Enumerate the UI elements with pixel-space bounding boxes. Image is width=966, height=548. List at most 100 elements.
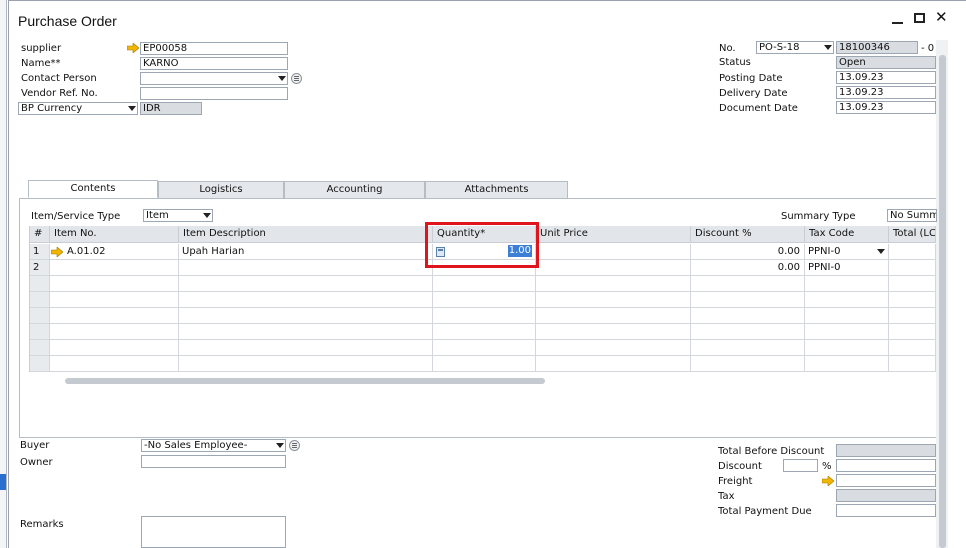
empty-grid-cell[interactable] [536,340,691,356]
horizontal-scrollbar-thumb[interactable] [65,378,545,384]
empty-grid-cell[interactable] [691,340,805,356]
item-link-arrow-icon[interactable] [51,247,63,257]
total-cell[interactable] [889,260,936,276]
item-type-dropdown[interactable]: Item [143,209,213,222]
empty-grid-cell[interactable] [889,276,936,292]
empty-grid-cell[interactable] [805,340,889,356]
buyer-dropdown[interactable]: -No Sales Employee- [141,439,286,452]
remarks-textarea[interactable] [141,516,286,548]
empty-grid-cell[interactable] [179,324,433,340]
row-number[interactable] [30,356,50,372]
empty-grid-cell[interactable] [50,276,179,292]
empty-grid-cell[interactable] [179,356,433,372]
empty-grid-cell[interactable] [889,308,936,324]
empty-grid-cell[interactable] [50,308,179,324]
col-header-item-no[interactable]: Item No. [50,226,179,243]
empty-grid-cell[interactable] [179,340,433,356]
discount-percent-field[interactable] [783,459,818,472]
empty-grid-cell[interactable] [805,324,889,340]
col-header-total[interactable]: Total (LC [889,226,936,243]
empty-grid-cell[interactable] [805,308,889,324]
item-description-cell[interactable] [179,260,433,276]
row-number[interactable] [30,276,50,292]
col-header-unit-price[interactable]: Unit Price [536,226,691,243]
title-bar[interactable]: Purchase Order [9,1,959,33]
empty-grid-cell[interactable] [691,276,805,292]
empty-grid-cell[interactable] [805,356,889,372]
empty-grid-cell[interactable] [889,356,936,372]
empty-grid-cell[interactable] [691,356,805,372]
empty-grid-cell[interactable] [889,340,936,356]
empty-grid-cell[interactable] [433,340,536,356]
col-header-num[interactable]: # [30,226,50,243]
name-field[interactable]: KARNO [140,57,288,70]
tab-accounting[interactable]: Accounting [284,181,425,198]
item-no-cell[interactable]: A.01.02 [50,244,179,260]
row-number[interactable]: 2 [30,260,50,276]
vendor-ref-field[interactable] [140,87,288,100]
row-number[interactable] [30,292,50,308]
row-number[interactable] [30,340,50,356]
owner-field[interactable] [141,455,286,468]
empty-grid-cell[interactable] [536,276,691,292]
empty-grid-cell[interactable] [433,276,536,292]
empty-grid-cell[interactable] [805,276,889,292]
empty-grid-cell[interactable] [536,308,691,324]
minimize-icon[interactable] [892,10,904,24]
row-number[interactable] [30,324,50,340]
tax-code-cell[interactable]: PPNI-0 [805,260,889,276]
close-icon[interactable]: ✕ [935,8,948,26]
empty-grid-cell[interactable] [433,308,536,324]
empty-grid-cell[interactable] [889,324,936,340]
empty-grid-cell[interactable] [691,324,805,340]
discount-cell[interactable]: 0.00 [691,260,805,276]
discount-amount-field[interactable] [836,459,936,472]
maximize-icon[interactable] [914,13,925,23]
item-description-cell[interactable]: Upah Harian [179,244,433,260]
vertical-scrollbar-thumb[interactable] [939,55,946,548]
freight-field[interactable] [836,474,936,487]
posting-date-field[interactable]: 13.09.23 [836,71,936,84]
supplier-link-arrow-icon[interactable] [127,43,139,53]
tab-contents[interactable]: Contents [28,180,158,198]
empty-grid-cell[interactable] [889,292,936,308]
empty-grid-cell[interactable] [536,292,691,308]
delivery-date-field[interactable]: 13.09.23 [836,86,936,99]
document-date-field[interactable]: 13.09.23 [836,101,936,114]
discount-cell[interactable]: 0.00 [691,244,805,260]
buyer-list-icon[interactable] [289,440,300,451]
empty-grid-cell[interactable] [691,292,805,308]
col-header-discount[interactable]: Discount % [691,226,805,243]
empty-grid-cell[interactable] [536,356,691,372]
unit-price-cell[interactable] [536,244,691,260]
empty-grid-cell[interactable] [50,340,179,356]
row-number[interactable]: 1 [30,244,50,260]
supplier-field[interactable]: EP00058 [140,42,288,55]
empty-grid-cell[interactable] [805,292,889,308]
item-no-cell[interactable] [50,260,179,276]
contact-list-icon[interactable] [291,73,302,84]
summary-type-dropdown[interactable]: No Summa [887,209,937,222]
empty-grid-cell[interactable] [433,356,536,372]
freight-link-arrow-icon[interactable] [822,476,834,486]
row-number[interactable] [30,308,50,324]
col-header-tax-code[interactable]: Tax Code [805,226,889,243]
empty-grid-cell[interactable] [691,308,805,324]
tab-logistics[interactable]: Logistics [158,181,284,198]
empty-grid-cell[interactable] [179,276,433,292]
empty-grid-cell[interactable] [50,324,179,340]
col-header-item-description[interactable]: Item Description [179,226,433,243]
empty-grid-cell[interactable] [433,324,536,340]
empty-grid-cell[interactable] [433,292,536,308]
empty-grid-cell[interactable] [536,324,691,340]
tax-code-cell[interactable]: PPNI-0 [805,244,889,260]
tab-attachments[interactable]: Attachments [425,181,568,198]
bp-currency-dropdown[interactable]: BP Currency [18,102,138,115]
empty-grid-cell[interactable] [50,292,179,308]
empty-grid-cell[interactable] [179,292,433,308]
empty-grid-cell[interactable] [50,356,179,372]
total-cell[interactable] [889,244,936,260]
empty-grid-cell[interactable] [179,308,433,324]
series-dropdown[interactable]: PO-S-18 [756,41,834,54]
contact-person-dropdown[interactable] [140,72,288,85]
